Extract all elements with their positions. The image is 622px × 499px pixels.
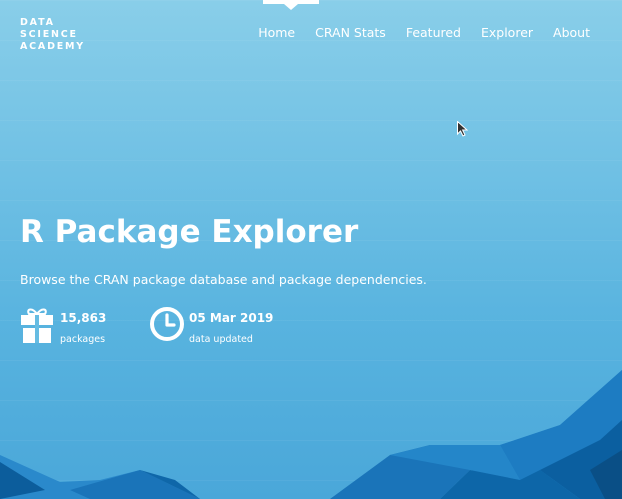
packages-label: packages bbox=[60, 334, 106, 345]
data-updated-label: data updated bbox=[189, 334, 253, 345]
packages-count: 15,863 bbox=[60, 311, 107, 325]
clock-icon bbox=[150, 307, 184, 341]
active-nav-indicator bbox=[263, 0, 319, 10]
data-updated-date: 05 Mar 2019 bbox=[189, 311, 274, 325]
page-title: R Package Explorer bbox=[20, 214, 359, 250]
nav-item-about[interactable]: About bbox=[553, 25, 590, 40]
brand-logo[interactable]: DATA SCIENCE ACADEMY bbox=[20, 17, 85, 53]
nav-item-explorer[interactable]: Explorer bbox=[481, 25, 533, 40]
nav-item-featured[interactable]: Featured bbox=[406, 25, 461, 40]
nav-item-home[interactable]: Home bbox=[258, 25, 295, 40]
brand-line-1: DATA bbox=[20, 17, 55, 28]
mouse-cursor-icon bbox=[457, 121, 468, 137]
gift-icon bbox=[21, 308, 53, 343]
nav-item-cran-stats[interactable]: CRAN Stats bbox=[315, 25, 386, 40]
brand-line-2: SCIENCE bbox=[20, 29, 78, 40]
main-nav: Home CRAN Stats Featured Explorer About bbox=[258, 25, 590, 40]
brand-line-3: ACADEMY bbox=[20, 41, 85, 52]
page-subtitle: Browse the CRAN package database and pac… bbox=[20, 272, 427, 287]
